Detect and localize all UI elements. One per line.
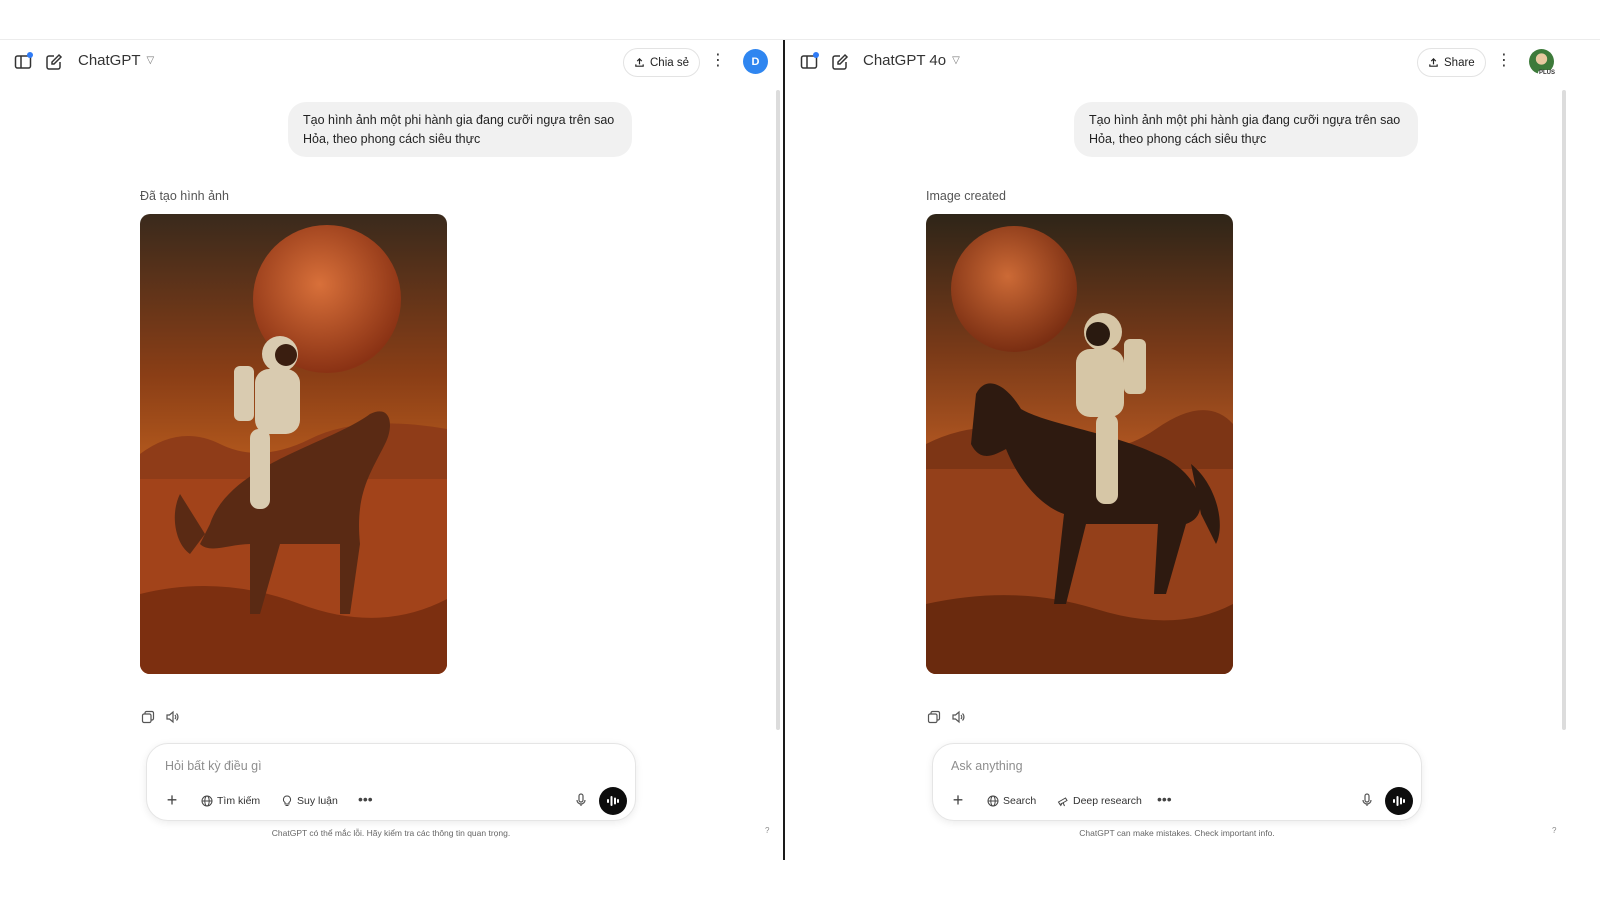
upload-icon <box>1429 57 1438 67</box>
model-name: ChatGPT 4o <box>863 52 947 69</box>
search-tool-label: Search <box>1003 795 1037 807</box>
deep-research-label: Deep research <box>1073 795 1142 807</box>
globe-icon <box>987 795 999 807</box>
new-chat-icon[interactable] <box>43 51 65 73</box>
reason-tool-label: Suy luận <box>297 795 338 807</box>
upload-icon <box>635 57 644 67</box>
more-options-icon[interactable]: ⋮ <box>709 52 727 72</box>
share-label: Share <box>1444 56 1475 69</box>
lightbulb-icon <box>282 795 292 806</box>
sidebar-toggle-icon[interactable] <box>798 51 820 73</box>
notification-dot <box>27 52 33 58</box>
sidebar-toggle-icon[interactable] <box>12 51 34 73</box>
message-actions <box>927 710 965 724</box>
avatar[interactable]: D <box>743 49 768 74</box>
help-button[interactable]: ? <box>765 826 769 835</box>
more-tools-icon[interactable]: ••• <box>358 790 373 808</box>
composer: + Search Deep research ••• <box>932 743 1422 821</box>
user-message: Tạo hình ảnh một phi hành gia đang cưỡi … <box>1074 102 1418 157</box>
speaker-icon[interactable] <box>165 710 179 724</box>
generated-image[interactable] <box>140 214 447 674</box>
more-tools-icon[interactable]: ••• <box>1157 790 1172 808</box>
share-button[interactable]: Chia sẻ <box>623 48 700 77</box>
search-tool-label: Tìm kiếm <box>217 795 261 807</box>
right-pane: ChatGPT 4o ▽ Share ⋮ PLUS Tạo hình ảnh m… <box>786 40 1600 860</box>
speaker-icon[interactable] <box>951 710 965 724</box>
voice-mode-icon <box>1393 796 1405 806</box>
image-created-label: Đã tạo hình ảnh <box>140 189 229 203</box>
avatar[interactable]: PLUS <box>1529 49 1556 76</box>
left-header: ChatGPT ▽ Chia sẻ ⋮ D <box>0 40 784 84</box>
scrollbar[interactable] <box>776 90 780 730</box>
model-selector[interactable]: ChatGPT 4o ▽ <box>863 52 960 69</box>
image-created-label: Image created <box>926 189 1006 203</box>
chevron-down-icon: ▽ <box>146 55 155 66</box>
avatar-initial: D <box>751 55 760 68</box>
notification-dot <box>813 52 819 58</box>
pane-divider[interactable] <box>783 40 785 860</box>
share-button[interactable]: Share <box>1417 48 1486 77</box>
model-name: ChatGPT <box>78 52 141 69</box>
telescope-icon <box>1057 797 1068 807</box>
left-pane: ChatGPT ▽ Chia sẻ ⋮ D Tạo hình ảnh một p… <box>0 40 784 860</box>
app-root: ChatGPT ▽ Chia sẻ ⋮ D Tạo hình ảnh một p… <box>0 0 1600 900</box>
reason-tool-button[interactable]: Suy luận <box>273 790 346 812</box>
plus-badge: PLUS <box>1537 70 1556 76</box>
search-tool-button[interactable]: Tìm kiếm <box>193 790 268 812</box>
model-selector[interactable]: ChatGPT ▽ <box>78 52 154 69</box>
share-label: Chia sẻ <box>650 56 689 69</box>
add-attachment-button[interactable]: + <box>159 788 185 814</box>
copy-icon[interactable] <box>141 710 155 724</box>
message-actions <box>141 710 179 724</box>
new-chat-icon[interactable] <box>829 51 851 73</box>
mic-icon[interactable] <box>1359 792 1375 808</box>
voice-mode-icon <box>607 796 619 806</box>
copy-icon[interactable] <box>927 710 941 724</box>
generated-image[interactable] <box>926 214 1233 674</box>
mic-icon[interactable] <box>573 792 589 808</box>
voice-mode-button[interactable] <box>599 787 627 815</box>
help-button[interactable]: ? <box>1552 826 1556 835</box>
prompt-input[interactable] <box>165 756 585 776</box>
composer: + Tìm kiếm Suy luận ••• <box>146 743 636 821</box>
add-attachment-button[interactable]: + <box>945 788 971 814</box>
disclaimer: ChatGPT can make mistakes. Check importa… <box>1079 828 1275 838</box>
disclaimer: ChatGPT có thể mắc lỗi. Hãy kiểm tra các… <box>271 828 511 838</box>
more-options-icon[interactable]: ⋮ <box>1495 52 1513 72</box>
scrollbar[interactable] <box>1562 90 1566 730</box>
voice-mode-button[interactable] <box>1385 787 1413 815</box>
search-tool-button[interactable]: Search <box>979 790 1044 812</box>
user-message: Tạo hình ảnh một phi hành gia đang cưỡi … <box>288 102 632 157</box>
globe-icon <box>201 795 213 807</box>
right-header: ChatGPT 4o ▽ Share ⋮ PLUS <box>786 40 1600 84</box>
chevron-down-icon: ▽ <box>952 55 960 66</box>
prompt-input[interactable] <box>951 756 1371 776</box>
deep-research-button[interactable]: Deep research <box>1049 790 1150 812</box>
